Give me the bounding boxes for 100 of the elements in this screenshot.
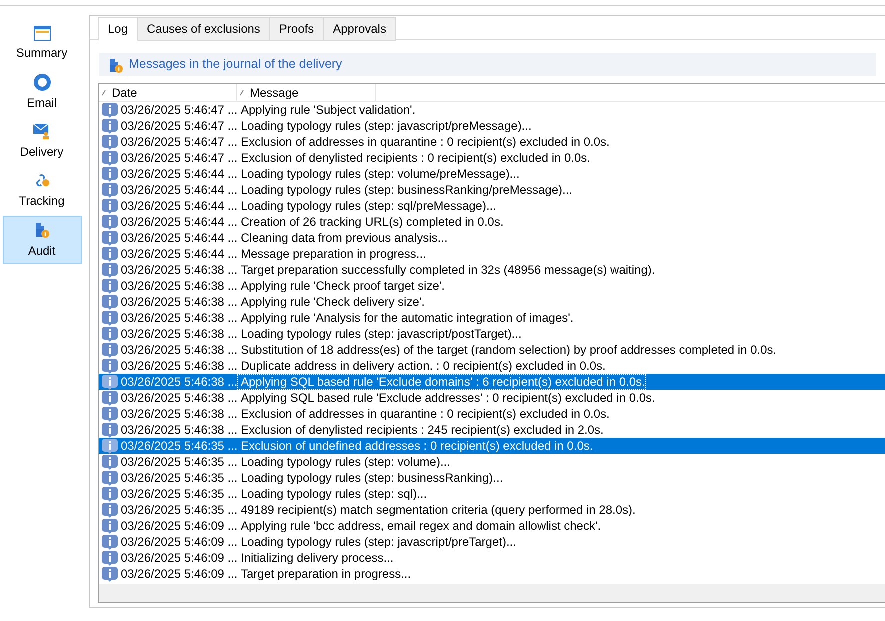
log-row[interactable]: 03/26/2025 5:46:38 ... Exclusion of denylisted recipients : 245 recipient(s) excluded in 2.0s. [99,422,885,438]
log-row[interactable]: 03/26/2025 5:46:44 ... Cleaning data from previous analysis... [99,230,885,246]
info-icon [102,534,118,550]
info-icon [102,230,118,246]
log-row[interactable]: 03/26/2025 5:46:47 ... Loading typology rules (step: javascript/preMessage)... [99,118,885,134]
info-icon [102,166,118,182]
info-icon [102,550,118,566]
log-row[interactable]: 03/26/2025 5:46:09 ... Loading typology rules (step: javascript/preTarget)... [99,534,885,550]
message-cell: Applying SQL based rule 'Exclude domains' : 6 recipient(s) excluded in 0.0s. [237,374,646,390]
log-row[interactable]: 03/26/2025 5:46:47 ... Exclusion of addresses in quarantine : 0 recipient(s) excluded in 0.0s. [99,134,885,150]
sidebar-item[interactable]: Summary [2,20,82,68]
log-row[interactable]: 03/26/2025 5:46:38 ... Applying rule 'Check proof target size'. [99,278,885,294]
message-cell-text: Cleaning data from previous analysis... [240,230,449,246]
tab[interactable]: Causes of exclusions [137,17,270,41]
info-icon [102,198,118,214]
message-cell-text: Exclusion of denylisted recipients : 0 recipient(s) excluded in 0.0s. [240,150,592,166]
message-cell-text: Applying rule 'Subject validation'. [240,102,417,118]
log-row[interactable]: 03/26/2025 5:46:38 ... Applying rule 'Analysis for the automatic integration of images'. [99,310,885,326]
date-cell-text: 03/26/2025 5:46:47 ... [121,118,237,135]
message-cell-text: Message preparation in progress... [240,246,428,262]
column-label: Date [112,84,138,102]
date-cell-text: 03/26/2025 5:46:38 ... [121,374,237,391]
date-cell-text: 03/26/2025 5:46:09 ... [121,518,237,535]
log-row[interactable]: 03/26/2025 5:46:09 ... Applying rule 'bcc address, email regex and domain allowlist check'. [99,518,885,534]
column-header[interactable]: Message [237,84,376,101]
date-cell-text: 03/26/2025 5:46:38 ... [121,278,237,295]
sort-icon [102,90,106,96]
info-icon [102,566,118,582]
log-row[interactable]: 03/26/2025 5:46:09 ... Initializing delivery process... [99,550,885,566]
date-cell-text: 03/26/2025 5:46:44 ... [121,214,237,231]
info-icon [102,438,118,454]
message-cell-text: Loading typology rules (step: sql/preMessage)... [240,198,498,214]
date-cell-text: 03/26/2025 5:46:47 ... [121,150,237,167]
tab[interactable]: Approvals [323,17,396,41]
envelope-icon [33,123,51,140]
tab[interactable]: Log [98,17,138,41]
sidebar-item[interactable]: Audit [2,216,82,264]
log-row[interactable]: 03/26/2025 5:46:38 ... Exclusion of addresses in quarantine : 0 recipient(s) excluded in 0.0s. [99,406,885,422]
log-row[interactable]: 03/26/2025 5:46:44 ... Loading typology rules (step: businessRanking/preMessage)... [99,182,885,198]
date-cell-text: 03/26/2025 5:46:35 ... [121,486,237,503]
audit-icon [109,56,123,72]
log-row[interactable]: 03/26/2025 5:46:47 ... Exclusion of denylisted recipients : 0 recipient(s) excluded in 0.0s. [99,150,885,166]
log-row[interactable]: 03/26/2025 5:46:35 ... Loading typology rules (step: businessRanking)... [99,470,885,486]
message-cell-text: Loading typology rules (step: javascript/preMessage)... [240,118,533,134]
date-cell-text: 03/26/2025 5:46:38 ... [121,294,237,311]
info-icon [102,182,118,198]
window-icon [34,26,50,41]
horizontal-scrollbar[interactable] [99,584,885,602]
message-cell-text: Loading typology rules (step: javascript/postTarget)... [240,326,523,342]
message-cell-text: Initializing delivery process... [240,550,395,566]
log-row[interactable]: 03/26/2025 5:46:35 ... Loading typology rules (step: volume)... [99,454,885,470]
date-cell-text: 03/26/2025 5:46:44 ... [121,246,237,263]
date-cell-text: 03/26/2025 5:46:09 ... [121,550,237,567]
log-row[interactable]: 03/26/2025 5:46:38 ... Target preparation successfully completed in 32s (48956 message(s) waiting). [99,262,885,278]
date-cell-text: 03/26/2025 5:46:09 ... [121,566,237,583]
info-icon [102,374,118,390]
date-cell-text: 03/26/2025 5:46:35 ... [121,454,237,471]
message-cell-text: Loading typology rules (step: sql)... [240,486,428,502]
log-row[interactable]: 03/26/2025 5:46:44 ... Creation of 26 tracking URL(s) completed in 0.0s. [99,214,885,230]
tab[interactable]: Proofs [269,17,324,41]
date-cell-text: 03/26/2025 5:46:44 ... [121,166,237,183]
log-row[interactable]: 03/26/2025 5:46:38 ... Loading typology rules (step: javascript/postTarget)... [99,326,885,342]
info-icon [102,310,118,326]
log-row[interactable]: 03/26/2025 5:46:38 ... Applying SQL based rule 'Exclude domains' : 6 recipient(s) excluded in 0.0s. [99,374,885,390]
sidebar-item[interactable]: Tracking [2,167,82,215]
log-row[interactable]: 03/26/2025 5:46:35 ... 49189 recipient(s) match segmentation criteria (query performed in 28.0s). [99,502,885,518]
log-row[interactable]: 03/26/2025 5:46:38 ... Applying rule 'Check delivery size'. [99,294,885,310]
message-cell-text: Exclusion of undefined addresses : 0 recipient(s) excluded in 0.0s. [240,438,594,454]
log-row[interactable]: 03/26/2025 5:46:35 ... Loading typology rules (step: sql)... [99,486,885,502]
message-cell-text: Target preparation successfully completed in 32s (48956 message(s) waiting). [240,262,656,278]
log-row[interactable]: 03/26/2025 5:46:38 ... Duplicate address in delivery action. : 0 recipient(s) excluded in 0.0s. [99,358,885,374]
date-cell-text: 03/26/2025 5:46:44 ... [121,198,237,215]
column-label: Message [250,84,299,102]
sidebar-item[interactable]: Email [2,69,82,117]
log-row[interactable]: 03/26/2025 5:46:44 ... Loading typology rules (step: volume/preMessage)... [99,166,885,182]
info-icon [102,502,118,518]
sidebar-item[interactable]: Delivery [2,118,82,166]
log-row[interactable]: 03/26/2025 5:46:38 ... Substitution of 18 address(es) of the target (random selection) by proof addresses completed in 0.0s. [99,342,885,358]
date-cell-text: 03/26/2025 5:46:44 ... [121,230,237,247]
log-row[interactable]: 03/26/2025 5:46:47 ... Applying rule 'Subject validation'. [99,102,885,118]
info-icon [102,102,118,118]
date-cell-text: 03/26/2025 5:46:35 ... [121,470,237,487]
log-row[interactable]: 03/26/2025 5:46:38 ... Applying SQL based rule 'Exclude addresses' : 0 recipient(s) excluded in 0.0s. [99,390,885,406]
date-cell-text: 03/26/2025 5:46:35 ... [121,438,237,455]
date-cell-text: 03/26/2025 5:46:38 ... [121,358,237,375]
date-cell-text: 03/26/2025 5:46:38 ... [121,310,237,327]
date-cell-text: 03/26/2025 5:46:38 ... [121,262,237,279]
log-row[interactable]: 03/26/2025 5:46:44 ... Loading typology rules (step: sql/preMessage)... [99,198,885,214]
column-header[interactable]: Date [99,84,237,101]
info-icon [102,278,118,294]
log-row[interactable]: 03/26/2025 5:46:35 ... Exclusion of undefined addresses : 0 recipient(s) excluded in 0.0s. [99,438,885,454]
log-row[interactable]: 03/26/2025 5:46:09 ... Target preparation in progress... [99,566,885,582]
info-icon [102,470,118,486]
message-cell-text: Exclusion of addresses in quarantine : 0 recipient(s) excluded in 0.0s. [240,134,611,150]
message-cell-text: Duplicate address in delivery action. : 0 recipient(s) excluded in 0.0s. [240,358,607,374]
log-row[interactable]: 03/26/2025 5:46:44 ... Message preparation in progress... [99,246,885,262]
date-cell-text: 03/26/2025 5:46:09 ... [121,534,237,551]
date-cell-text: 03/26/2025 5:46:38 ... [121,342,237,359]
message-cell-text: Loading typology rules (step: volume/preMessage)... [240,166,521,182]
section-title: Messages in the journal of the delivery [129,56,342,74]
